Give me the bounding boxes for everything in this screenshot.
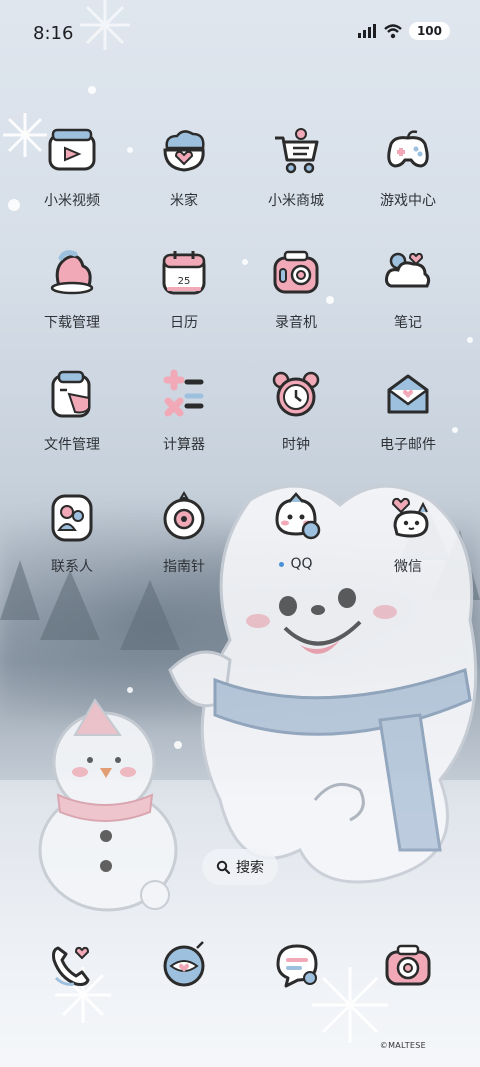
alarm-clock-icon — [272, 371, 320, 417]
app-label: 小米视频 — [44, 193, 100, 209]
snowman-illustration — [38, 698, 178, 912]
recorder-icon — [273, 250, 319, 294]
camera-icon[interactable] — [381, 938, 435, 992]
app-clock[interactable]: 时钟 — [240, 362, 352, 472]
browser-icon[interactable] — [157, 938, 211, 992]
app-label: 微信 — [394, 559, 422, 575]
app-label: 录音机 — [275, 315, 317, 331]
app-label: 指南针 — [163, 559, 205, 575]
app-wechat[interactable]: 微信 — [352, 484, 464, 594]
app-calendar[interactable]: 25 日历 — [128, 240, 240, 350]
app-label: 小米商城 — [268, 193, 324, 209]
search-label: 搜索 — [236, 860, 264, 876]
app-label: 日历 — [170, 315, 198, 331]
folder-icon — [51, 370, 91, 418]
new-notification-dot — [279, 561, 285, 567]
app-qq[interactable]: QQ — [240, 484, 352, 594]
calendar-icon: 25 — [162, 251, 206, 295]
calculator-icon — [163, 369, 204, 417]
app-label: 计算器 — [163, 437, 205, 453]
cloud-heart-icon — [163, 130, 205, 172]
wechat-icon — [391, 497, 429, 538]
app-notes[interactable]: 笔记 — [352, 240, 464, 350]
app-mijia[interactable]: 米家 — [128, 118, 240, 228]
signal-icon — [357, 24, 376, 38]
app-label: 米家 — [170, 193, 198, 209]
app-label: 游戏中心 — [380, 193, 436, 209]
app-label: 文件管理 — [44, 437, 100, 453]
app-xiaomi-mall[interactable]: 小米商城 — [240, 118, 352, 228]
app-label: 时钟 — [282, 437, 310, 453]
app-label: 下载管理 — [44, 315, 100, 331]
search-icon — [216, 860, 230, 874]
app-contacts[interactable]: 联系人 — [16, 484, 128, 594]
calendar-day: 25 — [178, 276, 191, 287]
app-label: 联系人 — [51, 559, 93, 575]
app-game-center[interactable]: 游戏中心 — [352, 118, 464, 228]
app-label: 笔记 — [394, 315, 422, 331]
cart-icon — [275, 128, 319, 174]
app-xiaomi-video[interactable]: 小米视频 — [16, 118, 128, 228]
app-compass[interactable]: 指南针 — [128, 484, 240, 594]
wifi-icon — [384, 24, 402, 39]
tv-icon — [48, 128, 96, 171]
status-icons: 100 — [357, 22, 450, 40]
phone-icon[interactable] — [44, 938, 98, 992]
app-file-manager[interactable]: 文件管理 — [16, 362, 128, 472]
clock-time: 8:16 — [33, 23, 74, 44]
wallpaper-credit: ©MALTESE — [379, 1041, 426, 1050]
battery-icon: 100 — [408, 22, 450, 40]
notes-icon — [385, 252, 431, 288]
app-calculator[interactable]: 计算器 — [128, 362, 240, 472]
contacts-icon — [51, 494, 93, 542]
compass-icon — [163, 491, 205, 540]
messages-icon[interactable] — [270, 938, 324, 992]
app-recorder[interactable]: 录音机 — [240, 240, 352, 350]
mail-icon — [387, 374, 429, 414]
search-button[interactable]: 搜索 — [202, 849, 278, 885]
status-bar: 8:16 100 — [0, 0, 480, 68]
app-label: QQ — [240, 556, 352, 572]
download-icon — [50, 250, 94, 295]
app-label: 电子邮件 — [380, 437, 436, 453]
app-email[interactable]: 电子邮件 — [352, 362, 464, 472]
qq-icon — [275, 492, 321, 540]
app-label-text: QQ — [290, 556, 313, 572]
app-downloads[interactable]: 下载管理 — [16, 240, 128, 350]
gamepad-icon — [387, 130, 429, 168]
